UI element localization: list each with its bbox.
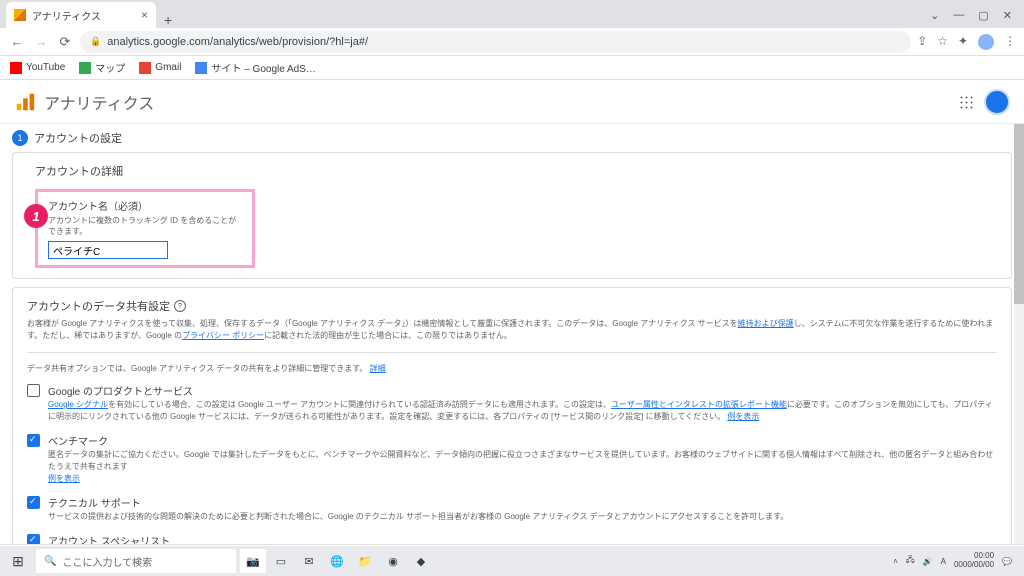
tray-volume-icon[interactable]: 🔊 (923, 557, 933, 566)
notification-icon[interactable]: 💬 (1002, 557, 1012, 566)
user-demographics-link[interactable]: ユーザー属性とインタレストの拡張レポート機能 (611, 400, 787, 409)
start-button[interactable]: ⊞ (4, 549, 32, 573)
lock-icon: 🔒 (90, 36, 101, 47)
main-content: 1 アカウントの設定 アカウントの詳細 1 アカウント名（必須） アカウントに複… (0, 124, 1024, 544)
data-sharing-card: アカウントのデータ共有設定 ? お客様が Google アナリティクスを使って収… (12, 287, 1012, 544)
apps-grid-icon[interactable] (958, 94, 974, 110)
privacy-policy-link[interactable]: プライバシー ポリシー (182, 331, 264, 340)
taskbar-app-icon[interactable]: ◆ (408, 549, 434, 573)
taskbar-app-1[interactable]: 📷 (240, 549, 266, 573)
address-bar: ← → ⟳ 🔒 analytics.google.com/analytics/w… (0, 28, 1024, 56)
card-title: アカウントの詳細 (35, 163, 997, 179)
browser-titlebar: アナリティクス × + ⌄ — ▢ ✕ (0, 0, 1024, 28)
app-header: アナリティクス (0, 80, 1024, 124)
scrollbar-thumb[interactable] (1014, 124, 1024, 304)
gmail-icon (139, 62, 151, 74)
bookmark-maps[interactable]: マップ (79, 60, 125, 75)
url-text: analytics.google.com/analytics/web/provi… (107, 36, 368, 48)
tray-network-icon[interactable]: 🖧 (906, 554, 915, 568)
analytics-logo-icon (14, 91, 36, 113)
option-google-products: Google のプロダクトとサービス Google シグナルを有効にしている場合… (27, 383, 997, 423)
option-desc: Google シグナルを有効にしている場合、この設定は Google ユーザー … (48, 399, 997, 423)
checkbox-account-specialist[interactable] (27, 534, 40, 544)
maintain-protect-link[interactable]: 維持および保護 (738, 319, 794, 328)
wizard-step-header: 1 アカウントの設定 (12, 130, 1012, 146)
windows-taskbar: ⊞ 🔍 ここに入力して検索 📷 ▭ ✉ 🌐 📁 ◉ ◆ ˄ 🖧 🔊 A 00:0… (0, 546, 1024, 576)
youtube-icon (10, 62, 22, 74)
example-link[interactable]: 例を表示 (727, 412, 759, 421)
menu-icon[interactable]: ⋮ (1004, 34, 1016, 50)
data-sharing-description: お客様が Google アナリティクスを使って収集、処理、保存するデータ（「Go… (27, 318, 997, 342)
bookmark-gmail[interactable]: Gmail (139, 62, 181, 74)
search-placeholder: ここに入力して検索 (62, 554, 152, 569)
maximize-icon[interactable]: ▢ (978, 9, 988, 22)
bookmark-adsense[interactable]: サイト – Google AdS… (195, 60, 316, 75)
account-name-highlight: 1 アカウント名（必須） アカウントに複数のトラッキング ID を含めることがで… (35, 189, 255, 268)
bookmarks-bar: YouTube マップ Gmail サイト – Google AdS… (0, 56, 1024, 80)
account-name-help: アカウントに複数のトラッキング ID を含めることができます。 (48, 215, 242, 237)
data-sharing-title: アカウントのデータ共有設定 (27, 298, 170, 314)
url-field[interactable]: 🔒 analytics.google.com/analytics/web/pro… (80, 31, 911, 53)
option-title: ベンチマーク (48, 433, 997, 448)
account-name-input[interactable] (48, 241, 168, 259)
bookmark-youtube[interactable]: YouTube (10, 62, 65, 74)
option-title: テクニカル サポート (48, 495, 997, 510)
taskbar-explorer-icon[interactable]: 📁 (352, 549, 378, 573)
options-intro: データ共有オプションでは、Google アナリティクス データの共有をより詳細に… (27, 363, 997, 375)
task-view-icon[interactable]: ▭ (268, 549, 294, 573)
close-window-icon[interactable]: ✕ (1003, 9, 1012, 22)
checkbox-tech-support[interactable] (27, 496, 40, 509)
profile-extension-icon[interactable] (978, 34, 994, 50)
chevron-down-icon[interactable]: ⌄ (930, 9, 939, 22)
details-link[interactable]: 詳細 (370, 364, 386, 373)
adsense-icon (195, 62, 207, 74)
search-icon: 🔍 (44, 556, 56, 567)
new-tab-button[interactable]: + (156, 12, 180, 28)
forward-button: → (32, 33, 50, 51)
tab-title: アナリティクス (32, 8, 101, 23)
star-icon[interactable]: ☆ (937, 34, 948, 50)
taskbar-search[interactable]: 🔍 ここに入力して検索 (36, 549, 236, 573)
step-label: アカウントの設定 (34, 130, 122, 146)
app-title: アナリティクス (44, 90, 154, 114)
account-details-card: アカウントの詳細 1 アカウント名（必須） アカウントに複数のトラッキング ID… (12, 152, 1012, 279)
back-button[interactable]: ← (8, 33, 26, 51)
option-title: アカウント スペシャリスト (48, 533, 997, 544)
option-title: Google のプロダクトとサービス (48, 383, 997, 398)
window-controls: ⌄ — ▢ ✕ (930, 9, 1024, 28)
option-desc: 匿名データの集計にご協力ください。Google では集計したデータをもとに、ベン… (48, 449, 997, 485)
taskbar-chrome-icon[interactable]: ◉ (380, 549, 406, 573)
tray-chevron-icon[interactable]: ˄ (893, 557, 898, 566)
tray-ime-icon[interactable]: A (941, 557, 946, 566)
browser-tab[interactable]: アナリティクス × (6, 2, 156, 28)
maps-icon (79, 62, 91, 74)
reload-button[interactable]: ⟳ (56, 33, 74, 51)
scrollbar-track[interactable] (1014, 124, 1024, 544)
user-avatar[interactable] (984, 89, 1010, 115)
taskbar-mail-icon[interactable]: ✉ (296, 549, 322, 573)
option-benchmark: ベンチマーク 匿名データの集計にご協力ください。Google では集計したデータ… (27, 433, 997, 485)
taskbar-edge-icon[interactable]: 🌐 (324, 549, 350, 573)
google-signals-link[interactable]: Google シグナル (48, 400, 108, 409)
taskbar-date: 0000/00/00 (954, 561, 994, 570)
analytics-favicon (14, 9, 26, 21)
example-link[interactable]: 例を表示 (48, 474, 80, 483)
checkbox-google-products[interactable] (27, 384, 40, 397)
extension-icon[interactable]: ✦ (958, 34, 968, 50)
option-desc: サービスの提供および技術的な問題の解決のために必要と判断された場合に、Googl… (48, 511, 997, 523)
option-account-specialist: アカウント スペシャリスト Google のマーケティングおよびセールス スペシ… (27, 533, 997, 544)
close-tab-icon[interactable]: × (141, 8, 148, 22)
minimize-icon[interactable]: — (953, 9, 964, 22)
account-name-label: アカウント名（必須） (48, 198, 242, 213)
option-tech-support: テクニカル サポート サービスの提供および技術的な問題の解決のために必要と判断さ… (27, 495, 997, 523)
step-number-badge: 1 (12, 130, 28, 146)
annotation-badge-1: 1 (24, 204, 48, 228)
share-icon[interactable]: ⇪ (917, 34, 927, 50)
info-icon[interactable]: ? (174, 300, 186, 312)
checkbox-benchmark[interactable] (27, 434, 40, 447)
